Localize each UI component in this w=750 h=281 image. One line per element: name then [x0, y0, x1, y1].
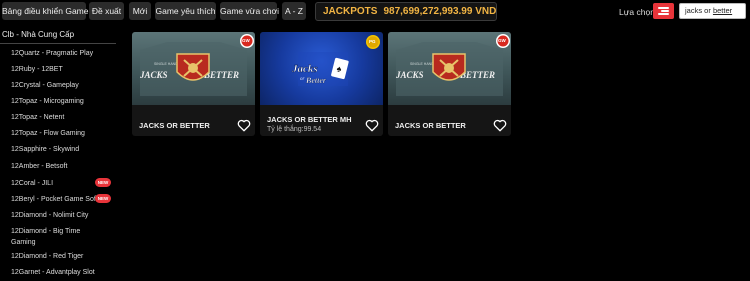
game-card[interactable]: ♠ Jacks Better or PG JACKS OR BETTER MH … [260, 32, 383, 136]
new-badge: NEW [95, 194, 111, 203]
jackpot-label: JACKPOTS [323, 6, 378, 17]
svg-text:JACKS: JACKS [395, 70, 424, 80]
game-thumbnail[interactable]: SINGLE HAND JACKS BETTER OR GW [388, 32, 511, 105]
jackpot-value: 987,699,272,993.99 VND [383, 6, 497, 17]
top-bar: Bảng điều khiển Game Đề xuất Mới Game yê… [0, 0, 750, 24]
tab-game-dashboard[interactable]: Bảng điều khiển Game [2, 2, 88, 20]
sidebar-divider [0, 43, 116, 44]
game-title: JACKS OR BETTER MH [267, 115, 352, 124]
search-text: jacks or [685, 6, 713, 15]
game-title: JACKS OR BETTER [395, 121, 466, 130]
svg-text:Jacks: Jacks [291, 63, 318, 75]
choose-label: Lựa chọn [619, 7, 655, 17]
provider-corner-badge: GW [498, 38, 506, 43]
sidebar-item-nolimit-city[interactable]: 12Diamond - Nolimit City [11, 210, 88, 221]
provider-corner-badge: GW [242, 38, 250, 43]
game-card[interactable]: SINGLE HAND JACKS BETTER OR GW JACKS OR … [132, 32, 255, 136]
game-thumbnail[interactable]: ♠ Jacks Better or PG [260, 32, 383, 105]
sidebar-item-red-tiger[interactable]: 12Diamond - Red Tiger [11, 251, 83, 262]
new-badge: NEW [95, 178, 111, 187]
tab-new[interactable]: Mới [129, 2, 151, 20]
game-card[interactable]: SINGLE HAND JACKS BETTER OR GW JACKS OR … [388, 32, 511, 136]
heart-icon[interactable] [237, 119, 251, 132]
sidebar-heading[interactable]: Clb - Nhà Cung Cấp [2, 30, 74, 39]
sidebar-item-skywind[interactable]: 12Sapphire - Skywind [11, 144, 79, 155]
svg-text:JACKS: JACKS [139, 70, 168, 80]
sidebar-item-pocket-game-soft[interactable]: 12Beryl - Pocket Game Soft [11, 194, 98, 205]
sidebar-item-netent[interactable]: 12Topaz - Netent [11, 112, 64, 123]
sidebar-item-microgaming[interactable]: 12Topaz - Microgaming [11, 96, 84, 107]
heart-icon[interactable] [365, 119, 379, 132]
search-text-underlined: better [712, 6, 733, 15]
game-thumbnail[interactable]: SINGLE HAND JACKS BETTER OR GW [132, 32, 255, 105]
sidebar-item-betsoft[interactable]: 12Amber - Betsoft [11, 161, 67, 172]
jackpot-banner: JACKPOTS 987,699,272,993.99 VND [315, 2, 497, 21]
sidebar-item-gameplay[interactable]: 12Crystal - Gameplay [11, 80, 79, 91]
svg-text:Better: Better [305, 76, 327, 85]
tab-recent-games[interactable]: Game vừa chơi [220, 2, 279, 20]
provider-sidebar: Clb - Nhà Cung Cấp 12Quartz - Pragmatic … [0, 26, 120, 281]
win-rate: Tỷ lệ thắng:99.54 [267, 126, 322, 133]
search-input[interactable]: jacks or better [679, 3, 746, 19]
tab-recommended[interactable]: Đề xuất [89, 2, 124, 20]
sidebar-item-12bet[interactable]: 12Ruby - 12BET [11, 64, 63, 75]
game-title: JACKS OR BETTER [139, 121, 210, 130]
art-small-text: SINGLE HAND [410, 62, 434, 66]
sidebar-item-big-time-gaming[interactable]: 12Diamond - Big Time Gaming [11, 226, 96, 248]
art-small-text: SINGLE HAND [154, 62, 178, 66]
svg-text:or: or [300, 77, 305, 82]
sidebar-item-pragmatic[interactable]: 12Quartz - Pragmatic Play [11, 48, 93, 59]
tab-a-z[interactable]: A - Z [282, 2, 306, 20]
filter-button[interactable] [653, 3, 674, 19]
tab-favorite-games[interactable]: Game yêu thích [155, 2, 216, 20]
provider-corner-badge: PG [369, 39, 376, 44]
sidebar-item-flow-gaming[interactable]: 12Topaz - Flow Gaming [11, 128, 85, 139]
heart-icon[interactable] [493, 119, 507, 132]
sidebar-item-jili[interactable]: 12Coral - JILI [11, 178, 53, 189]
sidebar-item-advantplay[interactable]: 12Garnet - Advantplay Slot [11, 267, 95, 278]
